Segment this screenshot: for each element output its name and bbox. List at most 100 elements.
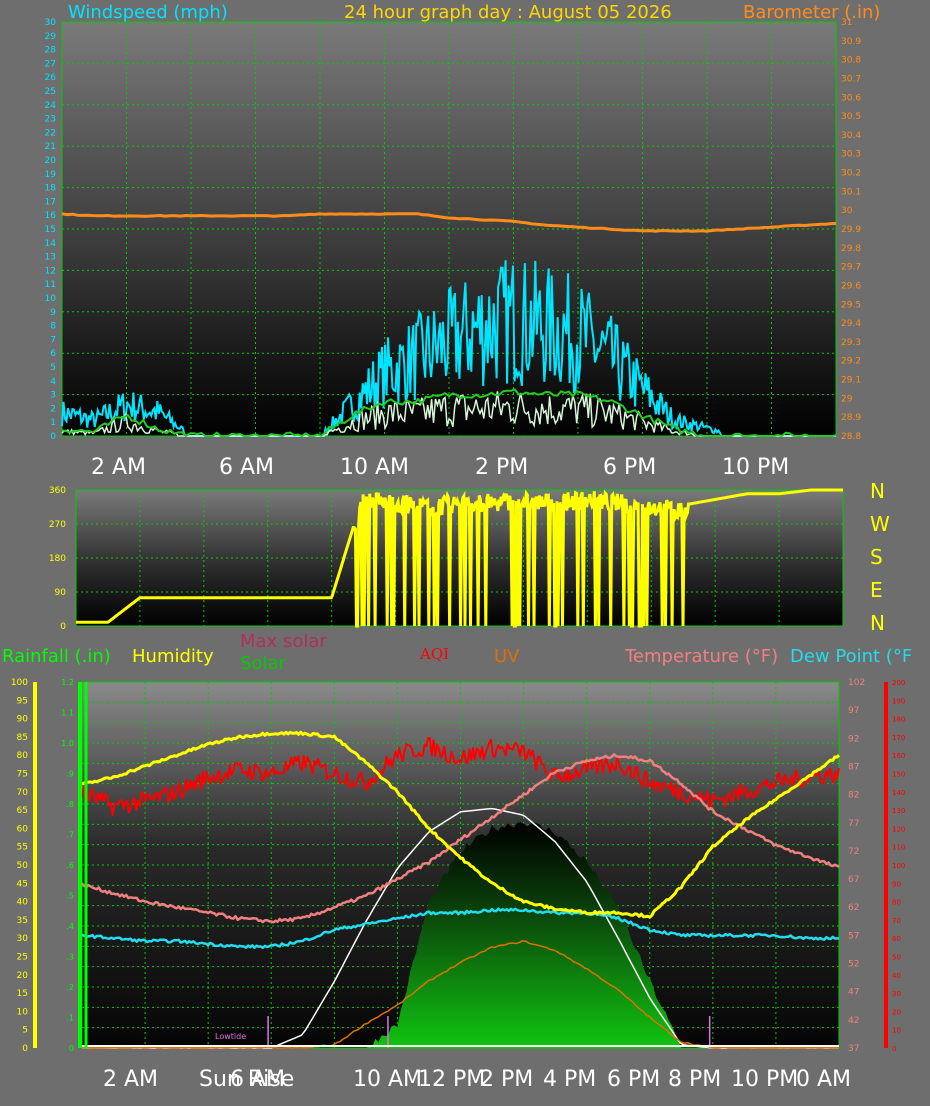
wind-y-tick: 5 — [50, 363, 56, 373]
baro-y-tick: 30.6 — [841, 93, 861, 103]
baro-y-tick: 29.1 — [841, 376, 861, 386]
humidity-y-tick: 50 — [17, 861, 29, 871]
rain-y-tick: 0 — [69, 1044, 74, 1053]
temperature-y-tick: 97 — [848, 706, 859, 716]
wind-y-tick: 21 — [45, 142, 56, 152]
temperature-y-tick: 42 — [848, 1016, 859, 1026]
wind-y-tick: 1 — [50, 418, 56, 428]
baro-y-tick: 30.8 — [841, 56, 861, 66]
humidity-y-tick: 5 — [22, 1026, 28, 1036]
rain-y-tick: 1.0 — [61, 739, 74, 748]
baro-y-tick: 29.5 — [841, 300, 861, 310]
baro-y-tick: 30.2 — [841, 169, 861, 179]
x-axis-labels-bottom: 2 AM Sun Rise 6 AM 10 AM 12 PM 2 PM 4 PM… — [103, 1067, 851, 1092]
humidity-y-tick: 30 — [17, 934, 29, 944]
wind-y-tick: 23 — [45, 115, 56, 125]
rain-y-tick: .3 — [66, 953, 74, 962]
weather-graph-page: 0 1 2 3 4 5 6 7 8 9 10 11 12 13 14 15 16 17 18 19 20 21 22 23 24… — [0, 0, 930, 1102]
wind-y-tick: 25 — [45, 87, 56, 97]
temperature-y-tick: 37 — [848, 1044, 859, 1054]
aqi-y-tick: 190 — [892, 697, 905, 705]
humidity-y-tick: 10 — [17, 1007, 29, 1017]
baro-y-tick: 29.8 — [841, 244, 861, 254]
baro-y-tick: 28.8 — [841, 432, 861, 442]
temperature-y-tick: 102 — [848, 678, 865, 688]
baro-y-tick: 29.2 — [841, 357, 861, 367]
temperature-label: Temperature (°F) — [624, 646, 778, 667]
rain-y-tick: .1 — [66, 1014, 74, 1023]
humidity-axis-bar — [33, 682, 37, 1048]
wind-y-tick: 9 — [50, 308, 56, 318]
rainfall-label: Rainfall (.in) — [2, 646, 111, 667]
rain-y-tick: .4 — [66, 922, 74, 931]
wind-y-tick: 7 — [50, 335, 56, 345]
rain-y-tick: 1.2 — [61, 678, 74, 687]
humidity-y-tick: 100 — [11, 678, 28, 688]
wind-y-tick: 19 — [45, 170, 57, 180]
baro-y-tick: 30.9 — [841, 37, 861, 47]
temperature-y-tick: 72 — [848, 847, 859, 857]
wind-y-tick: 20 — [45, 156, 57, 166]
x-tick-label: 6 PM — [603, 455, 656, 480]
x-tick-label: 6 PM — [607, 1067, 660, 1092]
wind-y-tick: 11 — [45, 280, 56, 290]
temperature-y-tick: 57 — [848, 931, 859, 941]
wind-y-tick: 10 — [45, 294, 57, 304]
direction-y-tick: 180 — [49, 554, 66, 564]
temperature-y-tick: 77 — [848, 819, 859, 829]
humidity-label: Humidity — [132, 646, 214, 667]
wind-y-tick: 29 — [45, 32, 57, 42]
x-tick-label: 6 AM — [219, 455, 274, 480]
temperature-y-tick: 87 — [848, 762, 859, 772]
temperature-y-tick: 67 — [848, 875, 859, 885]
humidity-y-tick: 35 — [17, 916, 28, 926]
baro-y-tick: 29.4 — [841, 319, 861, 329]
baro-y-tick: 30.4 — [841, 131, 861, 141]
baro-y-tick: 30.1 — [841, 187, 861, 197]
lowtide-label: Lowtide — [215, 1032, 246, 1041]
baro-y-tick: 30.5 — [841, 112, 861, 122]
compass-label: N — [870, 611, 885, 635]
rain-y-tick: .5 — [66, 892, 74, 901]
aqi-y-tick: 10 — [892, 1027, 901, 1035]
aqi-y-tick: 150 — [892, 771, 905, 779]
aqi-y-tick: 90 — [892, 880, 901, 888]
aqi-label: AQI — [419, 645, 449, 663]
x-tick-label: 10 AM — [340, 455, 409, 480]
compass-label: N — [870, 479, 885, 503]
humidity-y-tick: 75 — [17, 770, 28, 780]
direction-y-tick: 0 — [60, 622, 66, 632]
uv-label: UV — [494, 646, 520, 667]
temperature-y-tick: 52 — [848, 960, 859, 970]
wind-y-tick: 16 — [45, 211, 57, 221]
temperature-y-tick: 62 — [848, 903, 859, 913]
wind-y-tick: 14 — [45, 239, 57, 249]
aqi-y-tick: 70 — [892, 917, 901, 925]
wind-y-tick: 0 — [50, 432, 56, 442]
temperature-y-tick: 92 — [848, 734, 859, 744]
aqi-y-tick: 100 — [892, 862, 905, 870]
temperature-y-tick: 82 — [848, 791, 859, 801]
wind-y-tick: 8 — [50, 322, 56, 332]
baro-y-tick: 30.3 — [841, 150, 861, 160]
wind-y-tick: 27 — [45, 59, 56, 69]
baro-y-tick: 29 — [841, 394, 853, 404]
wind-y-tick: 28 — [45, 46, 57, 56]
wind-y-tick: 30 — [45, 18, 57, 28]
x-tick-label: 6 AM — [230, 1067, 285, 1092]
humidity-y-tick: 0 — [22, 1044, 28, 1054]
wind-y-tick: 12 — [45, 266, 56, 276]
baro-y-tick: 29.3 — [841, 338, 861, 348]
wind-y-tick: 13 — [45, 253, 56, 263]
wind-y-tick: 15 — [45, 225, 56, 235]
aqi-y-tick: 30 — [892, 990, 901, 998]
aqi-y-tick: 50 — [892, 954, 901, 962]
compass-label: W — [870, 512, 890, 536]
x-tick-label: 10 AM — [353, 1067, 422, 1092]
wind-y-tick: 2 — [50, 404, 56, 414]
aqi-y-tick: 40 — [892, 972, 901, 980]
x-tick-label: 4 PM — [543, 1067, 596, 1092]
direction-y-tick: 270 — [49, 520, 66, 530]
rain-y-tick: .9 — [66, 770, 74, 779]
dew-point-label: Dew Point (°F — [790, 646, 912, 667]
